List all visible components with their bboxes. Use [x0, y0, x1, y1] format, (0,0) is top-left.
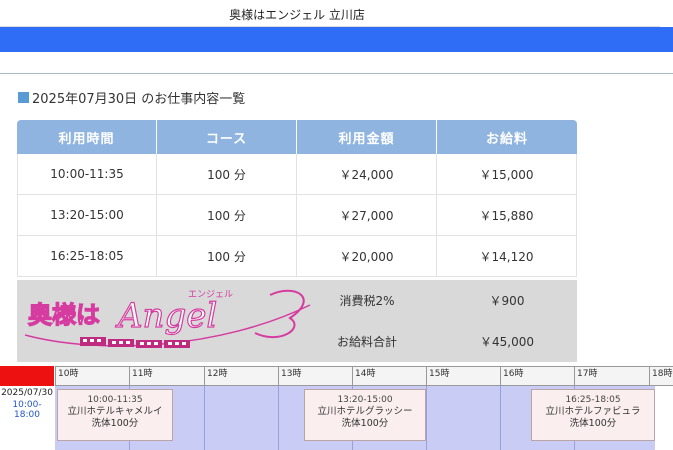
hour-tick: 16時: [500, 367, 523, 386]
booking-time: 10:00-11:35: [87, 395, 143, 405]
hour-tick: 18時: [649, 367, 672, 386]
total-row: お給料合計 ￥45,000: [297, 321, 577, 362]
booking-time: 13:20-15:00: [337, 395, 393, 405]
timeline-hour-header: 10時 11時 12時 13時 14時 15時 16時 17時 18時: [55, 366, 673, 386]
cell-salary: ￥15,880: [437, 195, 577, 235]
booking-time: 16:25-18:05: [565, 395, 621, 405]
table-header: 利用時間 コース 利用金額 お給料: [17, 120, 577, 154]
booking-course: 洗体100分: [569, 418, 617, 429]
cell-salary: ￥14,120: [437, 236, 577, 276]
hour-gridline: [500, 386, 501, 450]
hour-tick: 17時: [574, 367, 597, 386]
cell-amount: ￥24,000: [297, 154, 437, 194]
column-header-salary: お給料: [485, 131, 528, 147]
timeline-range: 10:00-18:00: [12, 400, 42, 420]
cell-course: 100 分: [157, 154, 297, 194]
cell-course: 100 分: [157, 236, 297, 276]
booking-hotel: 立川ホテルキャメルイ: [67, 406, 163, 417]
booking-hotel: 立川ホテルファビュラ: [545, 406, 641, 417]
cell-time: 16:25-18:05: [17, 236, 157, 276]
hour-tick: 14時: [352, 367, 375, 386]
table-row: 16:25-18:05 100 分 ￥20,000 ￥14,120: [17, 236, 577, 277]
divider: [0, 73, 673, 74]
cell-course: 100 分: [157, 195, 297, 235]
column-header-course: コース: [157, 120, 297, 154]
cell-time: 10:00-11:35: [17, 154, 157, 194]
accent-bar: [0, 27, 673, 52]
shop-name: 奥様はエンジェル 立川店: [229, 8, 365, 22]
tax-row: 消費税2% ￥900: [297, 280, 577, 321]
schedule-timeline: 10時 11時 12時 13時 14時 15時 16時 17時 18時 2025…: [0, 364, 673, 450]
timeline-date: 2025/07/30: [1, 388, 53, 398]
hour-tick: 10時: [55, 367, 78, 386]
booking-hotel: 立川ホテルグラッシー: [317, 406, 413, 417]
logo-text-kana: エンジェル: [188, 290, 233, 300]
timeline-today-marker: [0, 366, 54, 386]
logo-text-script: Angel: [115, 296, 217, 336]
hour-tick: 12時: [204, 367, 227, 386]
hour-tick: 13時: [278, 367, 301, 386]
square-bullet-icon: [18, 92, 29, 103]
cell-amount: ￥20,000: [297, 236, 437, 276]
total-value: ￥45,000: [480, 335, 534, 349]
logo-text-main: 奥様は: [28, 300, 100, 329]
hour-gridline: [278, 386, 279, 450]
hour-tick: 15時: [426, 367, 449, 386]
section-title: 2025年07月30日 のお仕事内容一覧: [18, 88, 245, 107]
booking-block[interactable]: 16:25-18:05 立川ホテルファビュラ 洗体100分: [531, 389, 655, 441]
booking-course: 洗体100分: [341, 418, 389, 429]
column-header-amount: 利用金額: [297, 120, 437, 154]
booking-course: 洗体100分: [91, 418, 139, 429]
column-header-time: 利用時間: [17, 120, 157, 154]
top-bar: 奥様はエンジェル 立川店: [0, 0, 660, 27]
angel-logo: 奥様は Angel エンジェル: [24, 289, 311, 348]
cell-salary: ￥15,000: [437, 154, 577, 194]
booking-block[interactable]: 10:00-11:35 立川ホテルキャメルイ 洗体100分: [57, 389, 173, 441]
hour-tick: 11時: [129, 367, 152, 386]
cell-amount: ￥27,000: [297, 195, 437, 235]
hour-gridline: [204, 386, 205, 450]
table-row: 13:20-15:00 100 分 ￥27,000 ￥15,880: [17, 195, 577, 236]
tax-value: ￥900: [489, 294, 525, 308]
cell-time: 13:20-15:00: [17, 195, 157, 235]
work-table: 利用時間 コース 利用金額 お給料 10:00-11:35 100 分 ￥24,…: [17, 120, 577, 277]
hour-gridline: [426, 386, 427, 450]
section-title-text: 2025年07月30日 のお仕事内容一覧: [32, 92, 246, 107]
booking-block[interactable]: 13:20-15:00 立川ホテルグラッシー 洗体100分: [304, 389, 426, 441]
table-row: 10:00-11:35 100 分 ￥24,000 ￥15,000: [17, 154, 577, 195]
